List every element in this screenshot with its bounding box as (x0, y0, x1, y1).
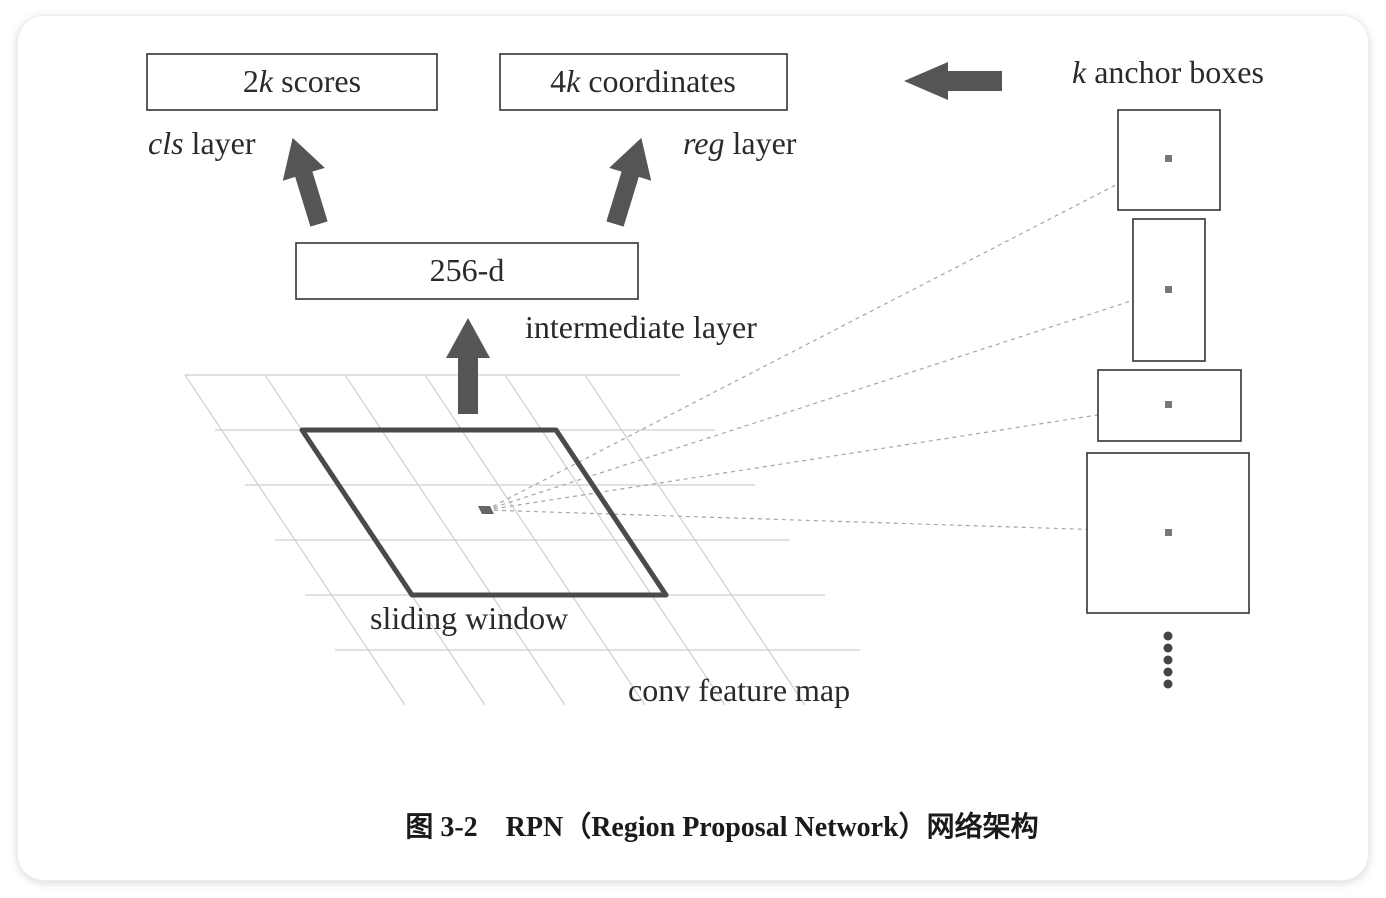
more-anchors-ellipsis (1163, 631, 1173, 689)
anchor-box-list (1086, 109, 1250, 614)
conv-feature-map-grid (184, 374, 860, 706)
rpn-diagram: 2k scores 4k coordinates cls layer reg l… (146, 53, 1264, 843)
arrow-to-cls (282, 137, 328, 227)
arrow-to-reg (606, 137, 652, 227)
intermediate-layer-label: intermediate layer (525, 309, 757, 345)
scores-label: 2k scores (243, 63, 361, 99)
arrow-from-window (446, 318, 490, 414)
reg-layer-label: reg layer (683, 125, 797, 161)
feature-box-label: 256-d (430, 252, 505, 288)
cls-layer-label: cls layer (148, 125, 256, 161)
coordinates-label: 4k coordinates (550, 63, 736, 99)
anchor-boxes-label: k anchor boxes (1072, 54, 1264, 90)
page: 2k scores 4k coordinates cls layer reg l… (0, 0, 1386, 898)
sliding-window-center (478, 506, 494, 514)
figure-caption: 图 3-2 RPN（Region Proposal Network）网络架构 (405, 810, 1038, 843)
arrow-from-anchors (904, 62, 1002, 100)
sliding-window-label: sliding window (370, 600, 568, 636)
conv-feature-map-label: conv feature map (628, 672, 850, 708)
